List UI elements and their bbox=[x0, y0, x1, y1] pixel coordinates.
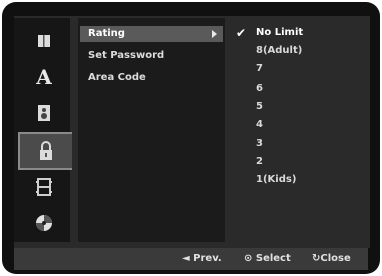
select-button[interactable]: ⊙ Select bbox=[244, 252, 291, 266]
rating-option-4[interactable]: 4 bbox=[256, 118, 263, 132]
menu-item-rating[interactable]: Rating bbox=[80, 26, 223, 42]
film-icon[interactable] bbox=[18, 170, 70, 204]
checkmark-icon: ✔ bbox=[236, 26, 247, 40]
rating-option-3[interactable]: 3 bbox=[256, 137, 263, 151]
lock-icon[interactable] bbox=[18, 132, 72, 170]
submenu-arrow-icon bbox=[212, 30, 217, 38]
rating-option-7[interactable]: 7 bbox=[256, 62, 263, 76]
disc-menu-icon[interactable] bbox=[18, 24, 70, 58]
close-button[interactable]: ↻​ Close bbox=[312, 252, 351, 266]
language-glyph: A bbox=[36, 65, 52, 89]
rating-option-no-limit[interactable]: No Limit bbox=[256, 26, 303, 40]
others-icon[interactable] bbox=[18, 206, 70, 240]
menu-item-label: Rating bbox=[88, 28, 125, 39]
menu-item-set-password[interactable]: Set Password bbox=[80, 48, 223, 64]
prev-button[interactable]: ◄ Prev. bbox=[182, 252, 222, 266]
menu-item-label: Area Code bbox=[88, 72, 146, 83]
rating-option-8[interactable]: 8(Adult) bbox=[256, 44, 302, 58]
speaker-icon[interactable] bbox=[18, 96, 70, 130]
rating-option-6[interactable]: 6 bbox=[256, 82, 263, 96]
menu-item-area-code[interactable]: Area Code bbox=[80, 70, 223, 86]
rating-option-5[interactable]: 5 bbox=[256, 100, 263, 114]
rating-option-1-kids[interactable]: 1(Kids) bbox=[256, 173, 296, 187]
language-icon[interactable]: A bbox=[18, 60, 70, 94]
menu-item-label: Set Password bbox=[88, 50, 165, 61]
close-label: Close bbox=[320, 253, 351, 264]
rating-option-2[interactable]: 2 bbox=[256, 155, 263, 169]
